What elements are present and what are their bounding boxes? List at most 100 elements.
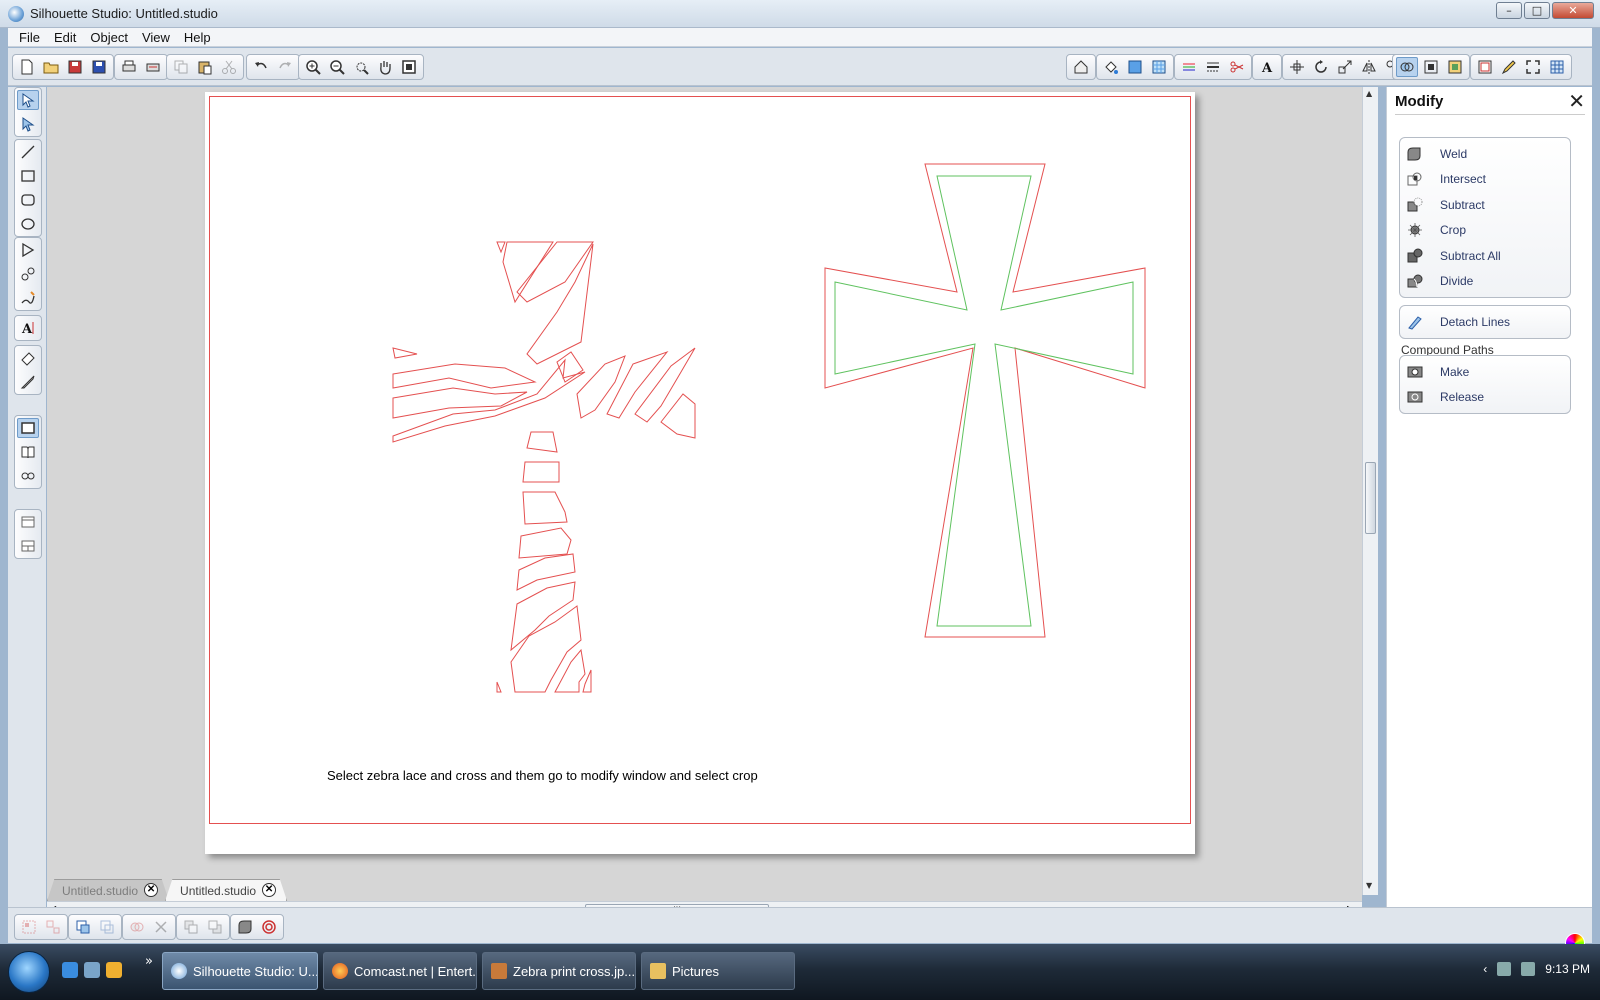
save-to-library-button[interactable] xyxy=(88,57,110,77)
zoom-in-button[interactable] xyxy=(302,57,324,77)
maximize-button[interactable]: □ xyxy=(1524,2,1550,19)
scroll-up-arrow[interactable]: ▲ xyxy=(1366,89,1372,98)
split-view-tool[interactable] xyxy=(17,536,39,556)
tab-close-icon[interactable]: ✕ xyxy=(262,883,277,897)
intersect-button[interactable]: Intersect xyxy=(1400,167,1570,193)
new-file-button[interactable] xyxy=(16,57,38,77)
design-page[interactable]: Select zebra lace and cross and them go … xyxy=(205,92,1195,854)
store-tool[interactable] xyxy=(17,466,39,486)
rotate-button[interactable] xyxy=(1310,57,1332,77)
copy-button[interactable] xyxy=(170,57,192,77)
subtract-button[interactable]: Subtract xyxy=(1400,192,1570,218)
quick-launch-overflow[interactable]: » xyxy=(145,954,153,969)
clock[interactable]: 9:13 PM xyxy=(1545,962,1590,976)
instruction-text[interactable]: Select zebra lace and cross and them go … xyxy=(327,768,758,783)
close-button[interactable]: ✕ xyxy=(1552,2,1594,19)
crop-button[interactable]: Crop xyxy=(1400,218,1570,244)
offset-quick-button[interactable] xyxy=(258,917,280,937)
network-icon[interactable] xyxy=(1497,962,1512,976)
undo-button[interactable] xyxy=(250,57,272,77)
release-compound-button[interactable]: Release xyxy=(1400,385,1570,411)
redo-button[interactable] xyxy=(274,57,296,77)
detach-lines-button[interactable]: Detach Lines xyxy=(1400,309,1570,335)
library-tool[interactable] xyxy=(17,442,39,462)
vertical-scroll-thumb[interactable] xyxy=(1365,462,1376,534)
menu-view[interactable]: View xyxy=(135,30,177,45)
rounded-rectangle-tool[interactable] xyxy=(17,190,39,210)
cross-inner-offset[interactable] xyxy=(834,175,1134,627)
divide-button[interactable]: Divide xyxy=(1400,269,1570,295)
tray-expand-icon[interactable]: ‹ xyxy=(1483,962,1487,976)
scroll-down-arrow[interactable]: ▼ xyxy=(1366,881,1372,890)
line-color-button[interactable] xyxy=(1178,57,1200,77)
menu-help[interactable]: Help xyxy=(177,30,218,45)
release-compound-quick-button[interactable] xyxy=(96,917,118,937)
close-panel-icon[interactable]: ✕ xyxy=(1568,91,1585,111)
send-backward-button[interactable] xyxy=(204,917,226,937)
ellipse-tool[interactable] xyxy=(17,214,39,234)
print-button[interactable] xyxy=(118,57,140,77)
page-view-tool[interactable] xyxy=(17,418,39,438)
menu-file[interactable]: File xyxy=(12,30,47,45)
trace-panel-button[interactable] xyxy=(1444,57,1466,77)
scale-button[interactable] xyxy=(1334,57,1356,77)
single-view-tool[interactable] xyxy=(17,512,39,532)
weld-quick-button[interactable] xyxy=(234,917,256,937)
make-compound-quick-button[interactable] xyxy=(72,917,94,937)
make-compound-button[interactable]: Make xyxy=(1400,359,1570,385)
ie-icon[interactable] xyxy=(62,962,78,978)
fit-page-button[interactable] xyxy=(398,57,420,77)
group-button[interactable] xyxy=(18,917,40,937)
cross-outline[interactable] xyxy=(824,163,1146,638)
eraser-tool[interactable] xyxy=(17,348,39,368)
zebra-lace-cross[interactable] xyxy=(392,241,696,693)
subtract-all-button[interactable]: Subtract All xyxy=(1400,243,1570,269)
pan-button[interactable] xyxy=(374,57,396,77)
taskbar-item-silhouette[interactable]: Silhouette Studio: U... xyxy=(162,952,318,990)
edit-points-tool[interactable] xyxy=(17,114,39,134)
fill-gradient-button[interactable] xyxy=(1124,57,1146,77)
start-button[interactable] xyxy=(8,951,50,993)
line-tool[interactable] xyxy=(17,142,39,162)
print-cut-button[interactable] xyxy=(142,57,164,77)
bring-forward-button[interactable] xyxy=(180,917,202,937)
cut-style-button[interactable] xyxy=(1226,57,1248,77)
menu-edit[interactable]: Edit xyxy=(47,30,83,45)
freehand-tool[interactable] xyxy=(17,288,39,308)
menu-object[interactable]: Object xyxy=(83,30,135,45)
mirror-button[interactable] xyxy=(1358,57,1380,77)
taskbar-item-image[interactable]: Zebra print cross.jp... xyxy=(482,952,636,990)
volume-icon[interactable] xyxy=(1521,962,1536,976)
offset-panel-button[interactable] xyxy=(1420,57,1442,77)
zoom-selection-button[interactable] xyxy=(350,57,372,77)
media-player-icon[interactable] xyxy=(106,962,122,978)
cut-button[interactable] xyxy=(218,57,240,77)
fullscreen-button[interactable] xyxy=(1522,57,1544,77)
select-tool[interactable] xyxy=(17,90,39,110)
tab-untitled-2[interactable]: Untitled.studio ✕ xyxy=(165,879,288,901)
knife-tool[interactable] xyxy=(17,372,39,392)
vertical-scrollbar[interactable]: ▲ ▼ xyxy=(1362,87,1378,895)
line-style-button[interactable] xyxy=(1202,57,1224,77)
tab-close-icon[interactable]: ✕ xyxy=(144,883,159,897)
polygon-tool[interactable] xyxy=(17,240,39,260)
align-button[interactable] xyxy=(1286,57,1308,77)
design-artwork[interactable] xyxy=(205,92,1195,854)
rectangle-tool[interactable] xyxy=(17,166,39,186)
modify-panel-button[interactable] xyxy=(1396,57,1418,77)
text-tool[interactable]: A xyxy=(17,318,39,338)
page-setup-button[interactable] xyxy=(1474,57,1496,77)
design-page-button[interactable] xyxy=(1070,57,1092,77)
ungroup-button[interactable] xyxy=(42,917,64,937)
tab-untitled-1[interactable]: Untitled.studio ✕ xyxy=(47,879,170,901)
show-desktop-icon[interactable] xyxy=(84,962,100,978)
duplicate-button[interactable] xyxy=(126,917,148,937)
weld-button[interactable]: Weld xyxy=(1400,141,1570,167)
open-file-button[interactable] xyxy=(40,57,62,77)
minimize-button[interactable]: – xyxy=(1496,2,1522,19)
save-button[interactable] xyxy=(64,57,86,77)
paste-button[interactable] xyxy=(194,57,216,77)
taskbar-item-pictures[interactable]: Pictures xyxy=(641,952,795,990)
taskbar-item-firefox[interactable]: Comcast.net | Entert... xyxy=(323,952,477,990)
text-style-button[interactable]: A xyxy=(1256,57,1278,77)
